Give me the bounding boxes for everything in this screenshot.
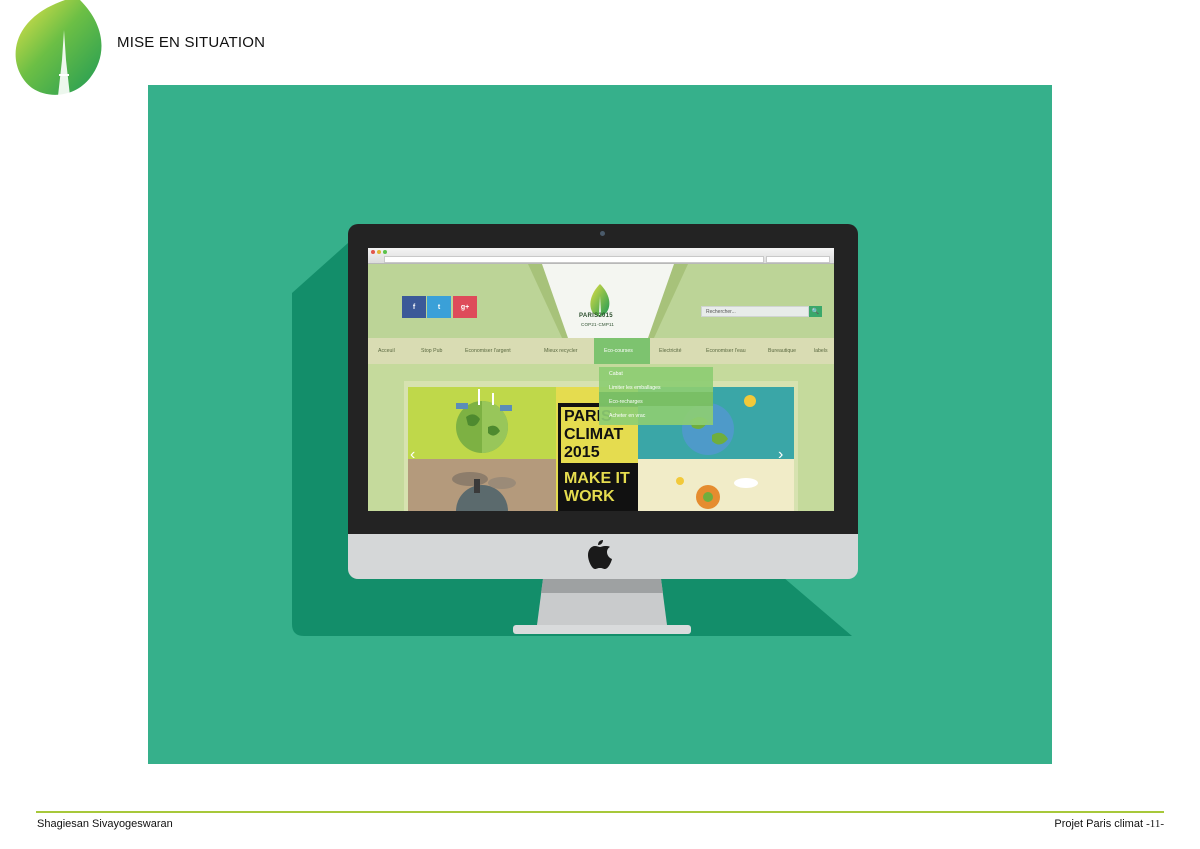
page-number: -11- [1146, 818, 1164, 830]
site-header: f t g+ PARIS2015 COP21·CMP11 Rechercher.… [368, 264, 834, 338]
nav-item-electricite[interactable]: Electricité [659, 338, 682, 364]
banner-line-2: CLIMAT [564, 426, 623, 443]
nav-item-acceuil[interactable]: Acceuil [378, 338, 395, 364]
address-bar[interactable] [384, 256, 764, 263]
maximize-dot-icon[interactable] [383, 250, 387, 254]
project-name: Projet Paris climat [1054, 818, 1144, 830]
nav-item-mieux-recycler[interactable]: Mieux recycler [544, 338, 577, 364]
nav-item-labels[interactable]: labels [814, 338, 828, 364]
footer-divider [36, 811, 1164, 813]
nav-item-economiser-eau[interactable]: Economiser l'eau [706, 338, 746, 364]
banner-line-3: 2015 [564, 444, 600, 461]
dropdown-item-limiter-emballages[interactable]: Limiter les emballages [609, 385, 661, 391]
apple-logo-icon [588, 540, 612, 569]
slider-prev-arrow-icon[interactable]: ‹ [410, 446, 415, 464]
slider-next-arrow-icon[interactable]: › [778, 446, 783, 464]
project-footer: Projet Paris climat -11- [1054, 818, 1164, 830]
dropdown-item-eco-recharges[interactable]: Eco-recharges [609, 399, 643, 405]
dropdown-item-acheter-en-vrac[interactable]: Acheter en vrac [609, 413, 645, 419]
paris2015-wordmark: PARIS2015 [579, 313, 613, 319]
site-search-input[interactable]: Rechercher... [701, 306, 809, 317]
twitter-icon[interactable]: t [427, 296, 451, 318]
cop21-leaf-logo [15, 0, 102, 96]
nav-item-stop-pub[interactable]: Stop Pub [421, 338, 442, 364]
nav-item-eco-courses[interactable]: Eco-courses [604, 338, 633, 364]
close-dot-icon[interactable] [371, 250, 375, 254]
mockup-canvas: f t g+ PARIS2015 COP21·CMP11 Rechercher.… [148, 85, 1052, 764]
banner-line-4: MAKE IT [564, 470, 630, 487]
facebook-icon[interactable]: f [402, 296, 426, 318]
nav-item-economiser-argent[interactable]: Economiser l'argent [465, 338, 511, 364]
google-plus-icon[interactable]: g+ [453, 296, 477, 318]
banner-line-5: WORK [564, 488, 615, 505]
minimize-dot-icon[interactable] [377, 250, 381, 254]
camera-icon [600, 231, 605, 236]
nav-item-bureautique[interactable]: Bureautique [768, 338, 796, 364]
cop21-subtitle: COP21·CMP11 [581, 322, 615, 327]
page-title: MISE EN SITUATION [117, 34, 266, 51]
monitor-screen: f t g+ PARIS2015 COP21·CMP11 Rechercher.… [368, 248, 834, 511]
browser-search-field[interactable] [766, 256, 830, 263]
monitor-stand [513, 579, 691, 634]
dropdown-item-cabat[interactable]: Cabat [609, 371, 623, 377]
search-icon[interactable]: 🔍 [809, 306, 822, 317]
author-name: Shagiesan Sivayogeswaran [37, 818, 173, 830]
